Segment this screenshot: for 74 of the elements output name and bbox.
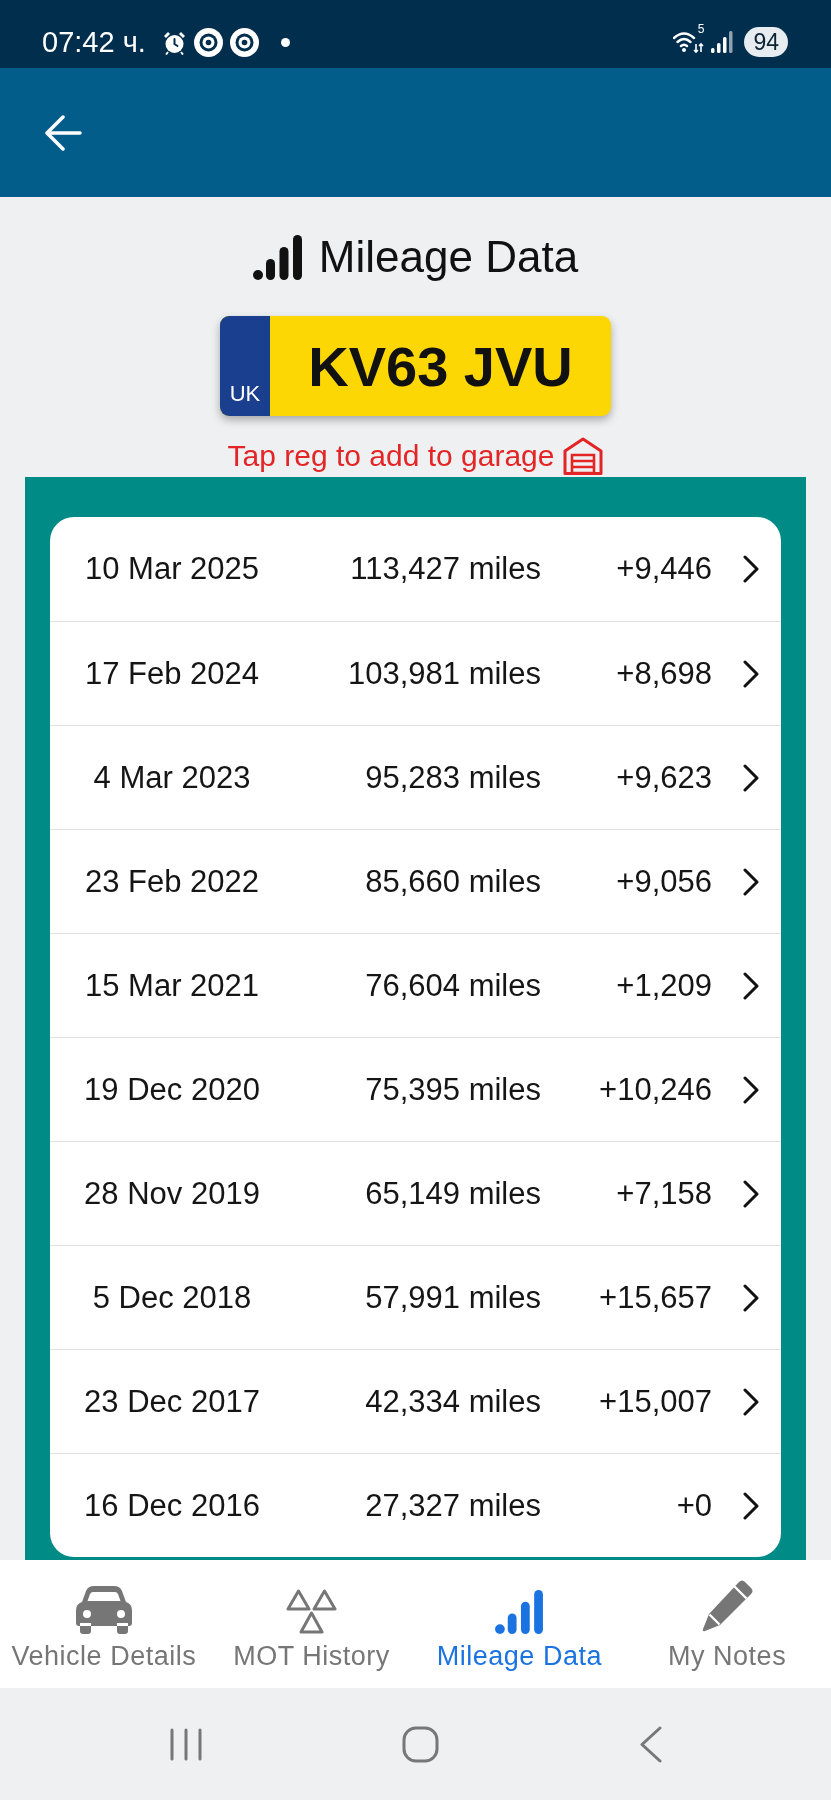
date-text: 19 Dec 2020 xyxy=(83,1071,261,1108)
chevron-right-icon xyxy=(743,1387,759,1416)
mileage-row[interactable]: 5 Dec 2018 57,991 miles +15,657 xyxy=(50,1245,781,1349)
recent-apps-icon[interactable] xyxy=(169,1727,202,1761)
date-text: 28 Nov 2019 xyxy=(83,1175,261,1212)
car-icon xyxy=(75,1585,132,1634)
mileage-row[interactable]: 10 Mar 2025 113,427 miles +9,446 xyxy=(50,517,781,621)
change-text: +1,209 xyxy=(615,967,712,1004)
change-text: +15,657 xyxy=(598,1279,712,1316)
mileage-row[interactable]: 23 Dec 2017 42,334 miles +15,007 xyxy=(50,1349,781,1453)
number-plate[interactable]: UK KV63 JVU xyxy=(220,316,611,416)
mileage-row[interactable]: 19 Dec 2020 75,395 miles +10,246 xyxy=(50,1037,781,1141)
home-icon[interactable] xyxy=(401,1725,439,1763)
garage-icon xyxy=(563,437,604,475)
mileage-row[interactable]: 28 Nov 2019 65,149 miles +7,158 xyxy=(50,1141,781,1245)
change-text: +7,158 xyxy=(615,1175,712,1212)
signal-bars-icon xyxy=(494,1590,545,1634)
mileage-text: 103,981 miles xyxy=(347,655,541,692)
change-text: +10,246 xyxy=(598,1071,712,1108)
chevron-right-icon xyxy=(743,971,759,1000)
ring-circle-icon xyxy=(193,27,223,57)
mileage-text: 95,283 miles xyxy=(364,759,541,796)
date-text: 23 Dec 2017 xyxy=(83,1383,261,1420)
date-text: 16 Dec 2016 xyxy=(83,1487,261,1524)
mileage-row[interactable]: 4 Mar 2023 95,283 miles +9,623 xyxy=(50,725,781,829)
nav-tab[interactable]: MOT History xyxy=(207,1560,416,1688)
back-chevron-icon[interactable] xyxy=(638,1725,662,1763)
mileage-text: 65,149 miles xyxy=(364,1175,541,1212)
mileage-text: 75,395 miles xyxy=(364,1071,541,1108)
chevron-right-icon xyxy=(743,1179,759,1208)
mileage-row[interactable]: 17 Feb 2024 103,981 miles +8,698 xyxy=(50,621,781,725)
back-arrow-icon[interactable] xyxy=(45,114,82,151)
signal-bars-icon xyxy=(252,234,302,280)
chevron-right-icon xyxy=(743,1491,759,1520)
date-text: 4 Mar 2023 xyxy=(92,759,252,796)
mileage-text: 57,991 miles xyxy=(364,1279,541,1316)
nav-tab[interactable]: Vehicle Details xyxy=(0,1560,208,1688)
mileage-text: 76,604 miles xyxy=(364,967,541,1004)
chevron-right-icon xyxy=(743,1075,759,1104)
clock-text: 07:42 ч. xyxy=(42,25,146,59)
mileage-text: 27,327 miles xyxy=(364,1487,541,1524)
ring-circle-icon xyxy=(229,27,259,57)
change-text: +0 xyxy=(675,1487,712,1524)
change-text: +9,446 xyxy=(615,551,712,587)
dot-icon xyxy=(280,37,290,47)
date-text: 15 Mar 2021 xyxy=(83,967,261,1004)
chevron-right-icon xyxy=(743,763,759,792)
garage-hint: Tap reg to add to garage xyxy=(227,438,555,474)
change-text: +15,007 xyxy=(598,1383,712,1420)
nav-tab[interactable]: Mileage Data xyxy=(415,1560,624,1688)
mileage-text: 42,334 miles xyxy=(364,1383,541,1420)
cell-signal-icon xyxy=(711,31,734,53)
chevron-right-icon xyxy=(743,659,759,688)
nav-tab[interactable]: My Notes xyxy=(623,1560,831,1688)
chevron-right-icon xyxy=(743,1283,759,1312)
change-text: +9,056 xyxy=(615,863,712,900)
mileage-row[interactable]: 16 Dec 2016 27,327 miles +0 xyxy=(50,1453,781,1557)
date-text: 17 Feb 2024 xyxy=(83,655,261,692)
battery-level-text: 94 xyxy=(744,27,788,57)
chevron-right-icon xyxy=(743,555,759,583)
change-text: +9,623 xyxy=(615,759,712,796)
date-text: 10 Mar 2025 xyxy=(83,551,261,587)
country-band: UK xyxy=(220,316,270,416)
wifi-band-text: 5 xyxy=(697,23,705,35)
page-title: Mileage Data xyxy=(318,233,579,281)
mileage-row[interactable]: 15 Mar 2021 76,604 miles +1,209 xyxy=(50,933,781,1037)
chevron-right-icon xyxy=(743,867,759,896)
mileage-row[interactable]: 23 Feb 2022 85,660 miles +9,056 xyxy=(50,829,781,933)
date-text: 23 Feb 2022 xyxy=(83,863,261,900)
mileage-text: 113,427 miles xyxy=(349,551,541,587)
date-text: 5 Dec 2018 xyxy=(91,1279,253,1316)
change-text: +8,698 xyxy=(615,655,712,692)
triangles-icon xyxy=(286,1589,338,1634)
mileage-text: 85,660 miles xyxy=(364,863,541,900)
